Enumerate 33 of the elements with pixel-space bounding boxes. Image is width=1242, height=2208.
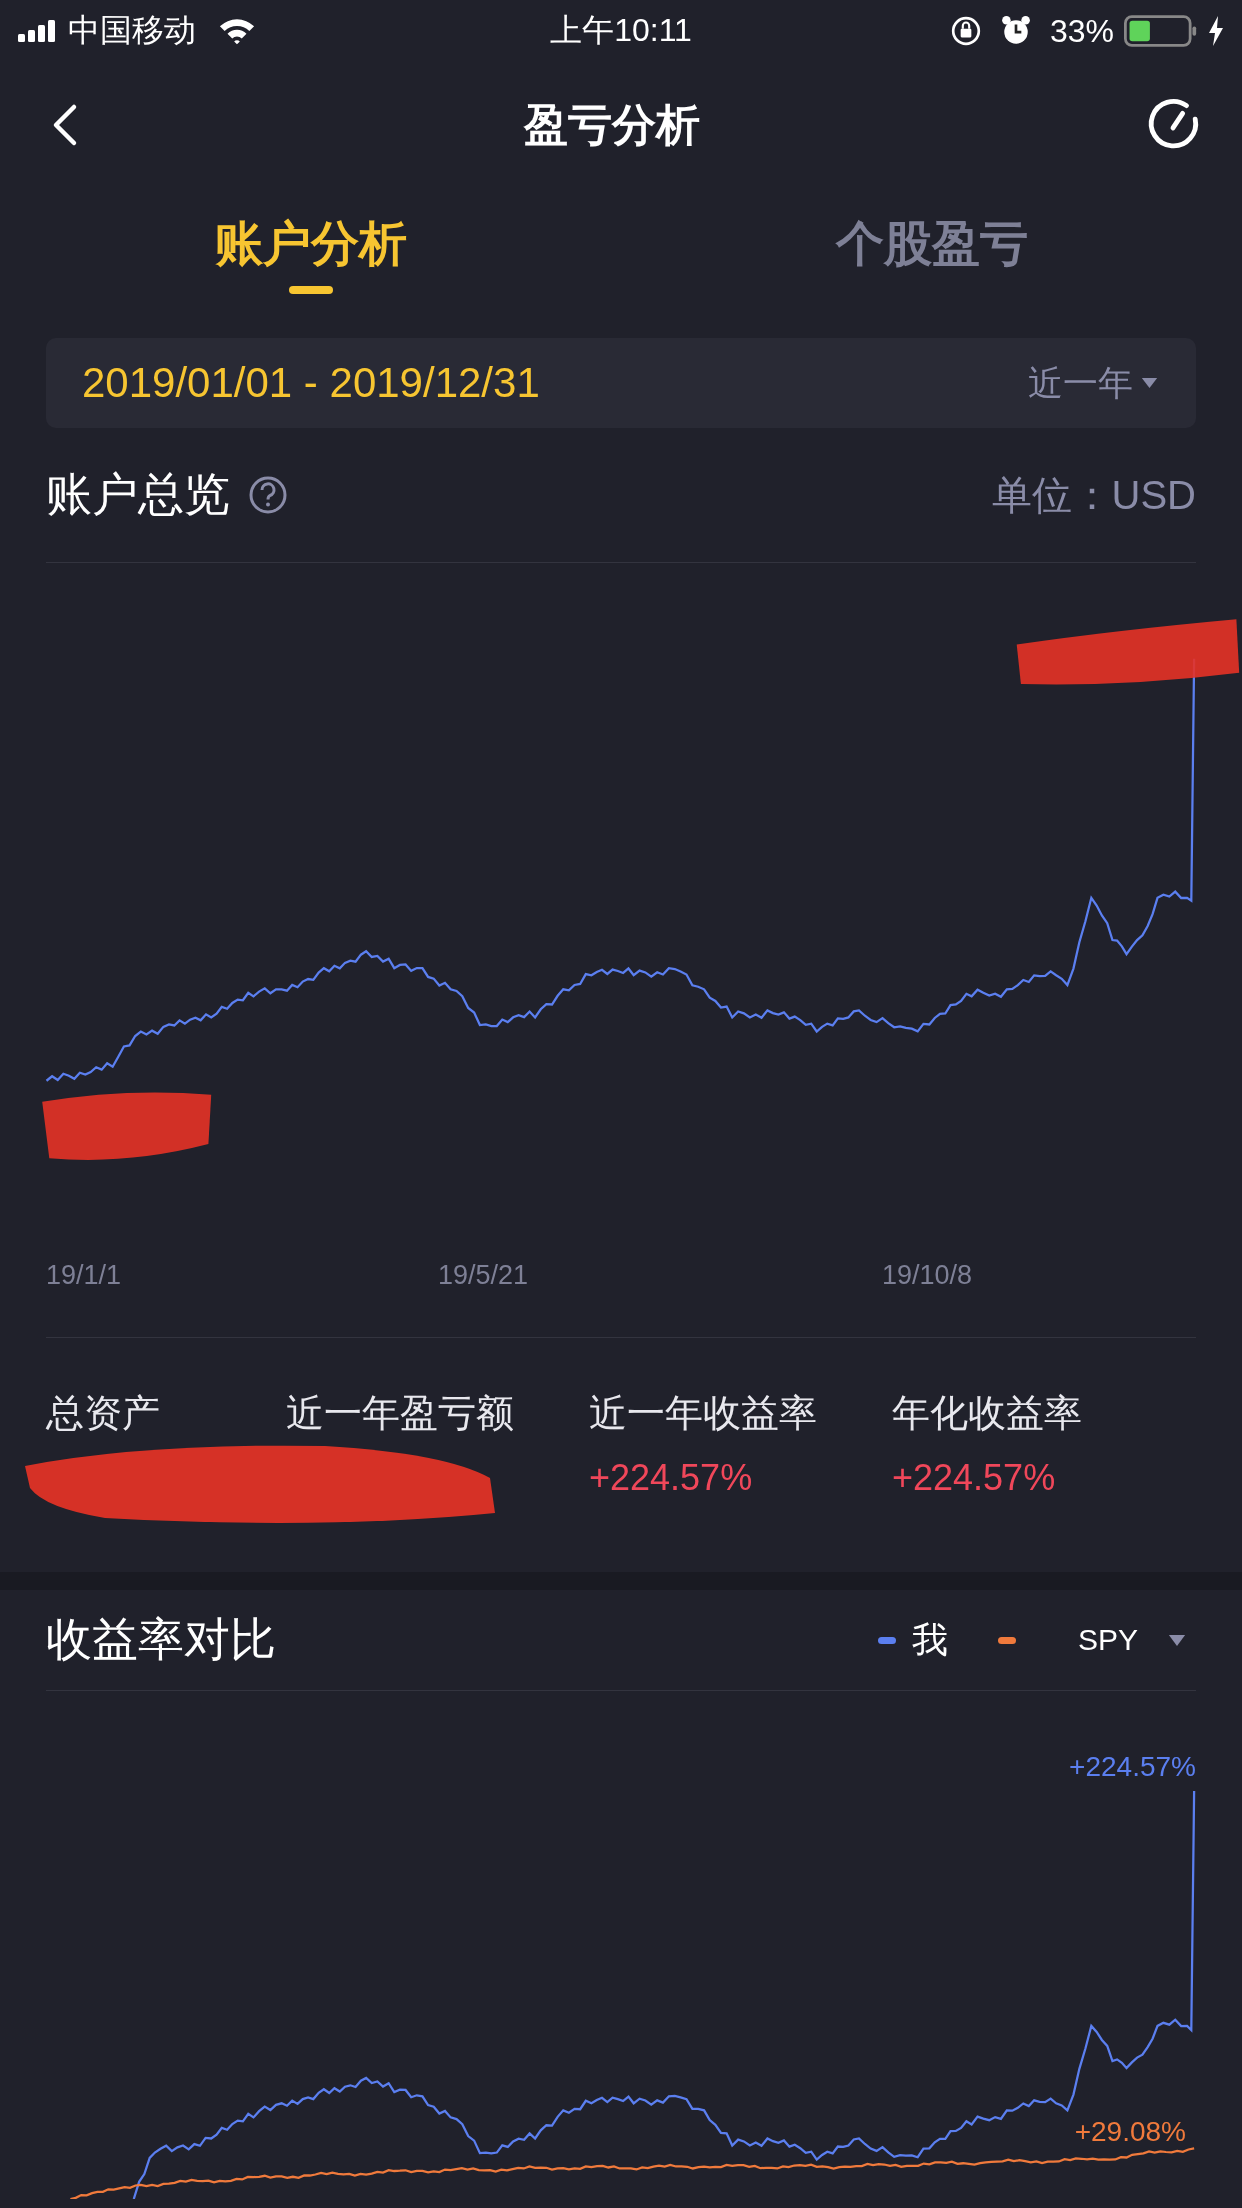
section-title: 收益率对比	[46, 1612, 276, 1667]
stat-value: +224.57%	[589, 1457, 754, 1499]
stat-label: 总资产	[46, 1391, 161, 1436]
benchmark-dropdown[interactable]: SPY	[1077, 1623, 1186, 1657]
signal-icon	[18, 20, 58, 42]
axis-date-label: 19/5/21	[438, 1259, 530, 1291]
battery-icon	[1124, 15, 1198, 47]
stat-label: 近一年收益率	[589, 1391, 818, 1436]
legend-label: 我	[911, 1617, 948, 1662]
stat-value: +224.57%	[892, 1457, 1057, 1499]
tab[interactable]: 个股盈亏	[621, 188, 1242, 308]
return-label: +29.08%	[1074, 2116, 1186, 2148]
section-title: 账户总览	[46, 467, 230, 522]
caret-icon	[1141, 377, 1158, 389]
stat-label: 年化收益率	[892, 1391, 1083, 1436]
date-range: 2019/01/01 - 2019/12/31	[82, 359, 540, 407]
battery-percent: 33%	[1049, 12, 1114, 50]
period-dropdown[interactable]: 近一年	[1028, 359, 1158, 407]
caret-icon	[1168, 1633, 1186, 1647]
currency-unit: 单位：USD	[991, 471, 1196, 519]
page-title: 盈亏分析	[524, 98, 700, 151]
return-label: +224.57%	[1069, 1751, 1196, 1783]
alarm-icon	[999, 15, 1032, 47]
rotation-lock-icon	[949, 15, 982, 47]
help-icon[interactable]	[248, 475, 288, 515]
charging-icon	[1208, 16, 1224, 46]
carrier-name: 中国移动	[68, 11, 196, 50]
clock-time: 上午10:11	[550, 11, 692, 50]
axis-date-label: 19/10/8	[882, 1259, 973, 1291]
axis-date-label: 19/1/1	[46, 1259, 123, 1291]
tab[interactable]: 账户分析	[0, 188, 621, 308]
wifi-icon	[218, 17, 256, 45]
stat-label: 近一年盈亏额	[286, 1391, 515, 1436]
